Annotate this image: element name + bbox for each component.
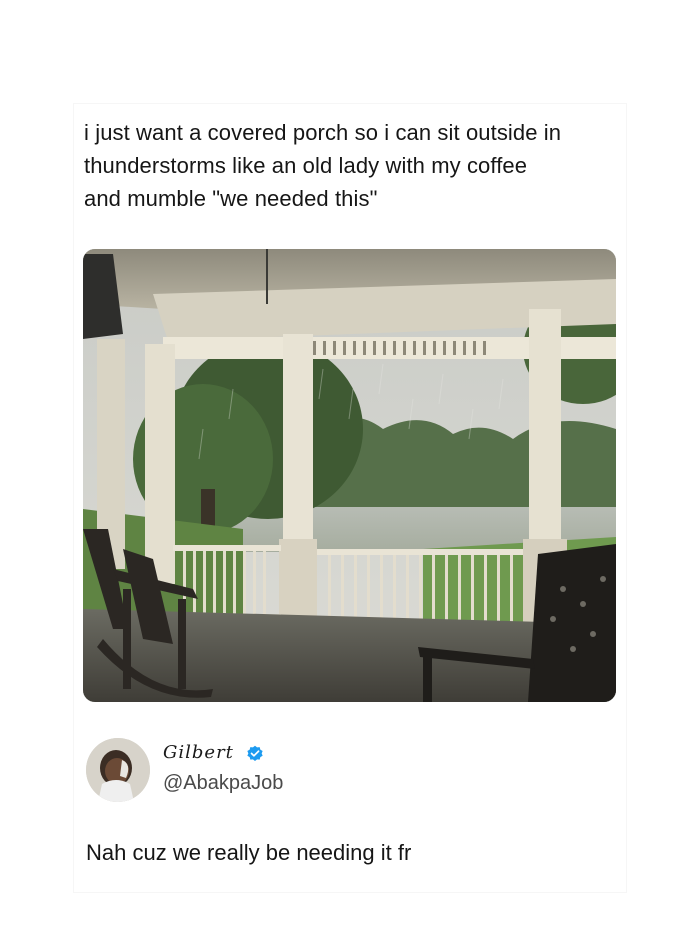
porch-photo[interactable] [83,249,616,702]
avatar[interactable] [86,738,150,802]
avatar-photo-icon [86,738,150,802]
author-handle[interactable]: @AbakpaJob [163,772,283,795]
author-display-name[interactable]: Gilbert [163,742,234,763]
verified-badge-icon [247,745,263,762]
porch-photo-illustration [83,249,616,702]
page: i just want a covered porch so i can sit… [0,0,700,933]
post-text-line-2: thunderstorms like an old lady with my c… [84,153,528,178]
reply-author[interactable]: Gilbert @AbakpaJob [86,738,486,802]
reply-text: Nah cuz we really be needing it fr [86,840,412,865]
post-text-line-3: and mumble "we needed this" [84,186,378,211]
post-text-line-1: i just want a covered porch so i can sit… [84,120,562,145]
post-text: i just want a covered porch so i can sit… [84,116,624,215]
